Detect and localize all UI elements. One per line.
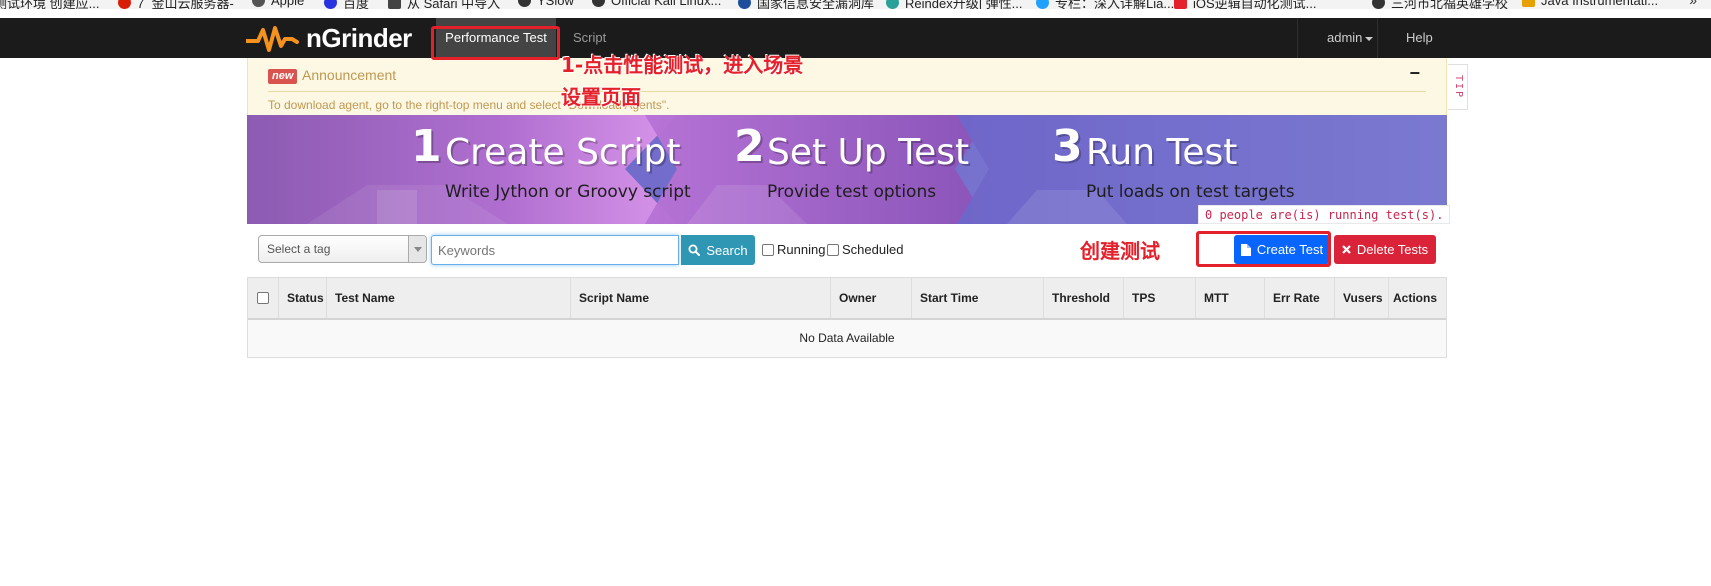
nav-divider (1377, 18, 1378, 58)
column-header-actions: Actions (1393, 291, 1438, 305)
close-icon (1342, 245, 1351, 254)
admin-label: admin (1327, 30, 1363, 45)
step-3-number: 3 (1052, 121, 1083, 172)
scheduled-label: Scheduled (842, 242, 904, 257)
top-navbar: nGrinder Performance Test Script admin H… (0, 18, 1711, 58)
bookmark-item[interactable]: 从 Safari 中导入 (388, 0, 500, 9)
bookmark-item[interactable]: Java Instrumentati... (1522, 0, 1658, 8)
column-header-start-time[interactable]: Start Time (912, 278, 1044, 318)
bookmark-item[interactable]: 专栏：深入详解Lia... (1036, 0, 1174, 9)
column-header-test-name[interactable]: Test Name (327, 278, 571, 318)
column-header-script-name[interactable]: Script Name (571, 278, 831, 318)
tip-tab[interactable]: TIP (1448, 64, 1468, 110)
bookmark-item[interactable]: iOS逆辑自动化测试... (1174, 0, 1317, 9)
column-header-status[interactable]: Status (279, 278, 327, 318)
search-button[interactable]: Search (681, 235, 755, 265)
nav-divider (1297, 18, 1298, 58)
step-3-subtitle: Put loads on test targets (1086, 182, 1295, 202)
running-filter[interactable]: Running (762, 242, 825, 257)
baidu-icon (324, 0, 337, 9)
bookmark-item[interactable]: 国家信息安全漏洞库 (738, 0, 874, 9)
pulse-logo-icon (246, 26, 299, 52)
step-2-subtitle: Provide test options (767, 182, 937, 202)
brand-name: nGrinder (306, 22, 412, 53)
column-header-vusers[interactable]: Vusers (1335, 278, 1389, 318)
keywords-input[interactable] (431, 235, 679, 265)
tag-select[interactable]: Select a tag (258, 235, 427, 263)
highlight-create-test (1196, 231, 1331, 267)
step-1-subtitle: Write Jython or Groovy script (445, 182, 691, 202)
search-button-label: Search (706, 242, 748, 258)
bookmark-item[interactable]: Apple (252, 0, 304, 8)
annotation-step1-line2: 设置页面 (561, 85, 641, 109)
step-2-title: Set Up Test (767, 132, 970, 173)
cnnvd-icon (738, 0, 751, 9)
dropdown-arrow-icon (408, 236, 426, 262)
elastic-icon (886, 0, 899, 9)
column-header-mtt[interactable]: MTT (1196, 278, 1265, 318)
select-all-checkbox[interactable] (257, 292, 269, 304)
column-header-owner[interactable]: Owner (831, 278, 912, 318)
nav-help[interactable]: Help (1392, 18, 1447, 58)
ngrinder-logo[interactable]: nGrinder (246, 22, 412, 54)
announcement-panel: new Announcement − To download agent, go… (247, 58, 1447, 115)
bookmark-item[interactable]: Reindex升级| 弹性... (886, 0, 1023, 9)
bookmarks-more-button[interactable]: » (1689, 0, 1697, 8)
search-icon (688, 244, 701, 256)
link-icon (1036, 0, 1049, 9)
delete-tests-label: Delete Tests (1356, 242, 1429, 257)
bookmark-item[interactable]: 测试环境 创建应... (0, 0, 99, 9)
delete-tests-button[interactable]: Delete Tests (1334, 235, 1436, 264)
test-list-table: Status Test Name Script Name Owner Start… (247, 277, 1447, 358)
kali-icon (592, 0, 605, 7)
empty-table-row: No Data Available (248, 320, 1446, 357)
bookmark-item[interactable]: YSlow (518, 0, 574, 8)
yslow-icon (518, 0, 531, 7)
column-header-err-rate[interactable]: Err Rate (1265, 278, 1335, 318)
announcement-title: Announcement (302, 67, 397, 83)
table-header: Status Test Name Script Name Owner Start… (248, 278, 1446, 320)
jinshan-icon (118, 0, 131, 9)
step-1-title: Create Script (445, 132, 681, 173)
bookmark-item[interactable]: 三河市北福英雄学校 (1372, 0, 1508, 9)
scheduled-checkbox[interactable] (827, 243, 839, 256)
step-3-title: Run Test (1086, 132, 1238, 173)
annotation-step1-line1: 1-点击性能测试，进入场景 (561, 53, 804, 77)
apple-icon (252, 0, 265, 7)
highlight-performance-test (431, 26, 560, 60)
school-icon (1372, 0, 1385, 9)
bookmark-item[interactable]: 7_金山云服务器- (118, 0, 234, 9)
new-badge: new (268, 69, 298, 84)
column-header-threshold[interactable]: Threshold (1044, 278, 1124, 318)
collapse-icon[interactable]: − (1409, 63, 1420, 84)
folder-icon (388, 0, 401, 9)
tag-select-placeholder: Select a tag (267, 242, 331, 256)
running-label: Running (777, 242, 826, 257)
column-header-tps[interactable]: TPS (1124, 278, 1196, 318)
step-2-number: 2 (734, 121, 765, 172)
java-icon (1522, 0, 1535, 7)
select-all-cell (248, 278, 279, 318)
step-1-number: 1 (411, 121, 442, 172)
announcement-divider (268, 91, 1426, 92)
bookmarks-bar: 测试环境 创建应... 7_金山云服务器- Apple 百度 从 Safari … (0, 0, 1711, 9)
csdn-icon (1174, 0, 1187, 9)
running-checkbox[interactable] (762, 243, 774, 256)
bookmark-item[interactable]: Official Kali Linux... (592, 0, 721, 8)
scheduled-filter[interactable]: Scheduled (827, 242, 903, 257)
running-tests-status: 0 people are(is) running test(s). (1198, 205, 1451, 224)
caret-down-icon (1365, 36, 1374, 41)
annotation-create-test: 创建测试 (1080, 239, 1160, 263)
bookmark-item[interactable]: 百度 (324, 0, 369, 9)
